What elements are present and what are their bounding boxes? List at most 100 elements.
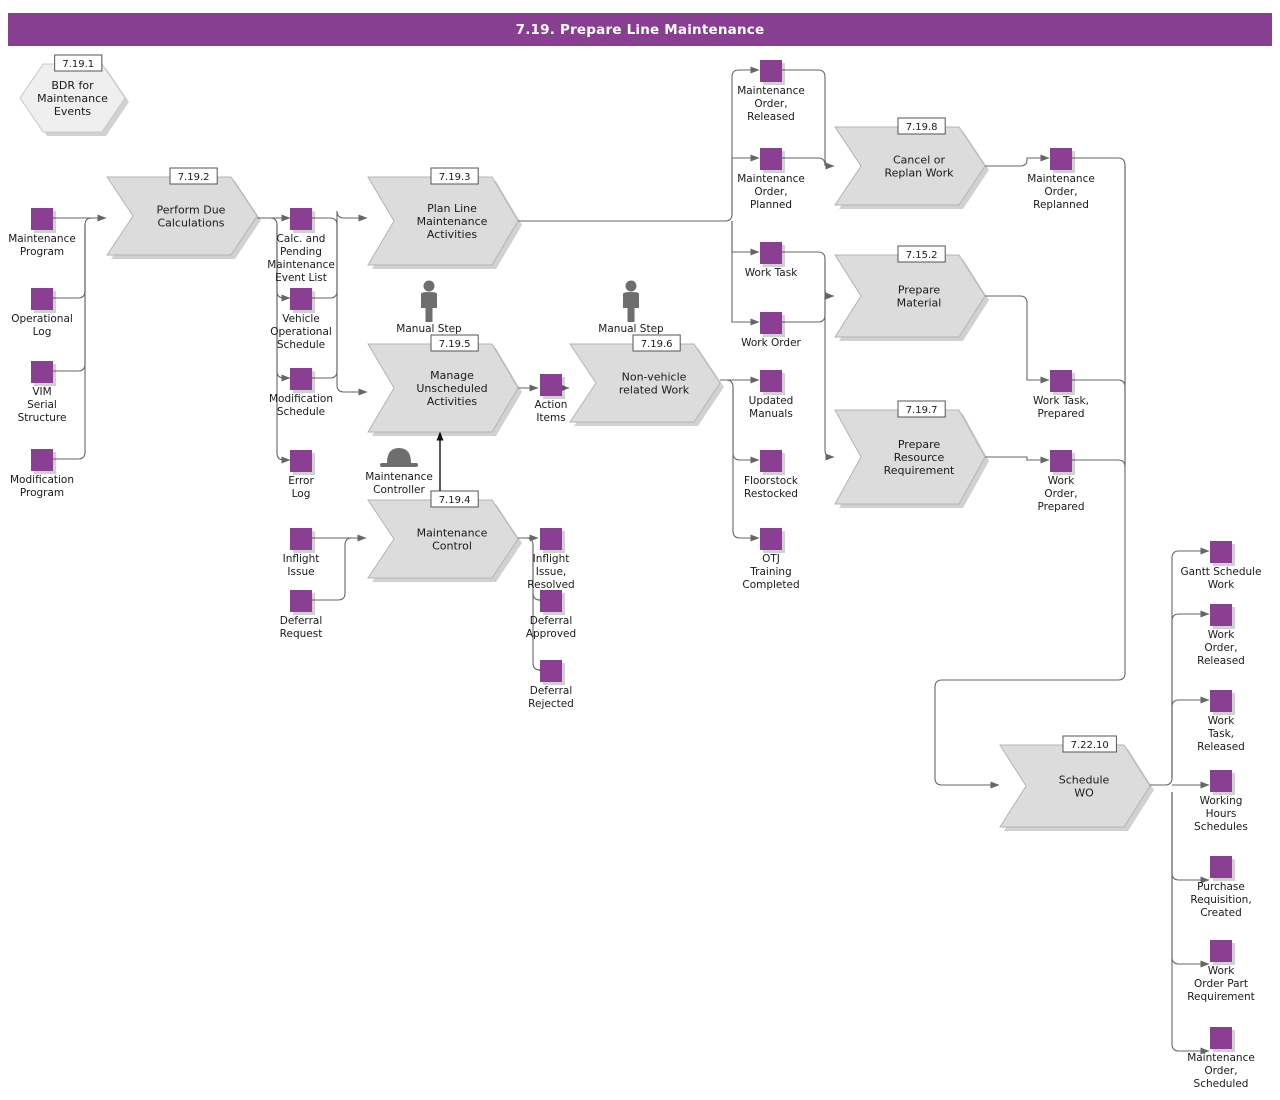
- connector-bus-to-p5: [336, 218, 368, 396]
- process-number-badge-7-19-6: 7.19.6: [632, 334, 681, 352]
- object-square[interactable]: [1210, 1027, 1232, 1049]
- object-square[interactable]: [290, 368, 312, 390]
- manual-step-icon: Manual Step: [598, 280, 664, 335]
- object-square[interactable]: [760, 312, 782, 334]
- object-square[interactable]: [290, 288, 312, 310]
- process-number-text: 7.19.6: [641, 339, 673, 350]
- object-square[interactable]: [31, 449, 53, 471]
- object-label: Work Order Part Requirement: [1187, 965, 1255, 1003]
- object-label: VIM Serial Structure: [18, 386, 67, 424]
- object-square[interactable]: [290, 528, 312, 550]
- process-7-19-2[interactable]: Perform Due Calculations: [106, 176, 261, 259]
- object-square[interactable]: [540, 590, 562, 612]
- object-square[interactable]: [290, 450, 312, 472]
- process-label: Cancel or Replan Work: [884, 154, 954, 180]
- object-node[interactable]: Working Hours Schedules: [1194, 770, 1248, 833]
- object-square[interactable]: [1210, 541, 1232, 563]
- connector-p6-to-floorstock: [725, 379, 760, 464]
- object-square[interactable]: [1210, 940, 1232, 962]
- object-label: Vehicle Operational Schedule: [270, 313, 332, 351]
- object-node[interactable]: Floorstock Restocked: [744, 450, 799, 500]
- connector-wo-to-p152: [782, 296, 826, 323]
- object-square[interactable]: [1050, 450, 1072, 472]
- process-7-19-5[interactable]: Manage Unscheduled Activities: [367, 343, 522, 436]
- object-square[interactable]: [31, 208, 53, 230]
- object-square[interactable]: [31, 288, 53, 310]
- maintenance-controller-icon: Maintenance Controller: [365, 448, 433, 496]
- process-7-19-4[interactable]: Maintenance Control: [367, 499, 522, 582]
- object-square[interactable]: [1210, 690, 1232, 712]
- process-number-text: 7.19.1: [62, 59, 94, 70]
- object-label: Purchase Requisition, Created: [1190, 881, 1251, 919]
- process-7-19-3[interactable]: Plan Line Maintenance Activities: [367, 176, 522, 269]
- process-number-text: 7.19.4: [439, 495, 471, 506]
- object-node[interactable]: Deferral Request: [280, 590, 323, 640]
- object-square[interactable]: [1210, 856, 1232, 878]
- process-number-badge-7-19-3: 7.19.3: [430, 167, 479, 185]
- object-node[interactable]: Maintenance Order, Scheduled: [1187, 1027, 1255, 1090]
- object-node[interactable]: Action Items: [535, 374, 568, 424]
- connector-p8-to-mo-replanned: [985, 154, 1050, 167]
- object-square[interactable]: [1050, 148, 1072, 170]
- connector-schedule-to-wo-released: [1171, 610, 1210, 778]
- object-square[interactable]: [540, 374, 562, 396]
- object-square[interactable]: [540, 528, 562, 550]
- object-square[interactable]: [1050, 370, 1072, 392]
- object-node[interactable]: Updated Manuals: [749, 370, 794, 420]
- object-square[interactable]: [290, 208, 312, 230]
- object-square[interactable]: [760, 60, 782, 82]
- connector-operational-log: [53, 214, 107, 299]
- role-label: Maintenance Controller: [365, 471, 433, 496]
- process-number-badge-7-19-5: 7.19.5: [430, 334, 479, 352]
- process-7-15-2[interactable]: Prepare Material: [834, 254, 989, 341]
- connector-p152-to-wtp: [985, 295, 1050, 384]
- object-label: Maintenance Order, Released: [737, 85, 805, 123]
- object-square[interactable]: [1210, 604, 1232, 626]
- object-square[interactable]: [760, 370, 782, 392]
- object-label: Updated Manuals: [749, 395, 794, 420]
- connector-mop-to-p8: [782, 157, 826, 166]
- connector-p2-out-vos: [269, 217, 291, 302]
- process-number-text: 7.15.2: [906, 250, 938, 261]
- object-node[interactable]: Inflight Issue: [283, 528, 320, 578]
- process-7-19-6[interactable]: Non-vehicle related Work: [569, 343, 724, 426]
- object-square[interactable]: [760, 148, 782, 170]
- object-square[interactable]: [540, 660, 562, 682]
- object-square[interactable]: [760, 528, 782, 550]
- object-node[interactable]: Work Task, Prepared: [1033, 370, 1089, 420]
- object-node[interactable]: Maintenance Program: [8, 208, 76, 258]
- connector-p3-to-work-task: [731, 221, 760, 256]
- object-square[interactable]: [1210, 770, 1232, 792]
- process-number-badge-7-22-10: 7.22.10: [1062, 735, 1117, 753]
- process-7-19-8[interactable]: Cancel or Replan Work: [834, 126, 989, 209]
- object-label: Floorstock Restocked: [744, 475, 799, 500]
- object-node[interactable]: Work Order: [741, 312, 802, 349]
- diagram-canvas: BDR for Maintenance Events Perform Due Calcu…: [8, 54, 1262, 1090]
- process-7-19-7[interactable]: Prepare Resource Requirement: [834, 409, 989, 508]
- object-label: Modification Program: [10, 474, 74, 499]
- object-node[interactable]: Work Task: [745, 242, 799, 279]
- object-square[interactable]: [290, 590, 312, 612]
- process-number-text: 7.19.3: [439, 172, 471, 183]
- object-label: Work Task, Released: [1197, 715, 1245, 753]
- object-label: Gantt Schedule Work: [1180, 566, 1261, 591]
- person-icon: [623, 280, 639, 322]
- process-7-22-10[interactable]: Schedule WO: [999, 744, 1154, 831]
- object-node[interactable]: Error Log: [288, 450, 315, 500]
- object-node[interactable]: Purchase Requisition, Created: [1190, 856, 1252, 919]
- object-node[interactable]: Modification Program: [10, 449, 74, 499]
- object-node[interactable]: Gantt Schedule Work: [1180, 541, 1262, 591]
- object-label: Maintenance Order, Scheduled: [1187, 1052, 1255, 1090]
- object-label: OTJ Training Completed: [742, 553, 799, 591]
- process-number-badge-7-19-2: 7.19.2: [169, 167, 218, 185]
- object-square[interactable]: [760, 242, 782, 264]
- connector-calc-to-p3: [312, 210, 368, 226]
- object-square[interactable]: [760, 450, 782, 472]
- process-diagram: 7.19. Prepare Line Maintenance BDR for M…: [0, 0, 1280, 1100]
- object-square[interactable]: [31, 361, 53, 383]
- process-7-19-1[interactable]: BDR for Maintenance Events: [19, 63, 129, 136]
- object-node[interactable]: Operational Log: [11, 288, 73, 338]
- object-node[interactable]: Deferral Rejected: [528, 660, 574, 710]
- object-label: Work Task, Prepared: [1033, 395, 1089, 420]
- object-node[interactable]: Work Order Part Requirement: [1187, 940, 1255, 1003]
